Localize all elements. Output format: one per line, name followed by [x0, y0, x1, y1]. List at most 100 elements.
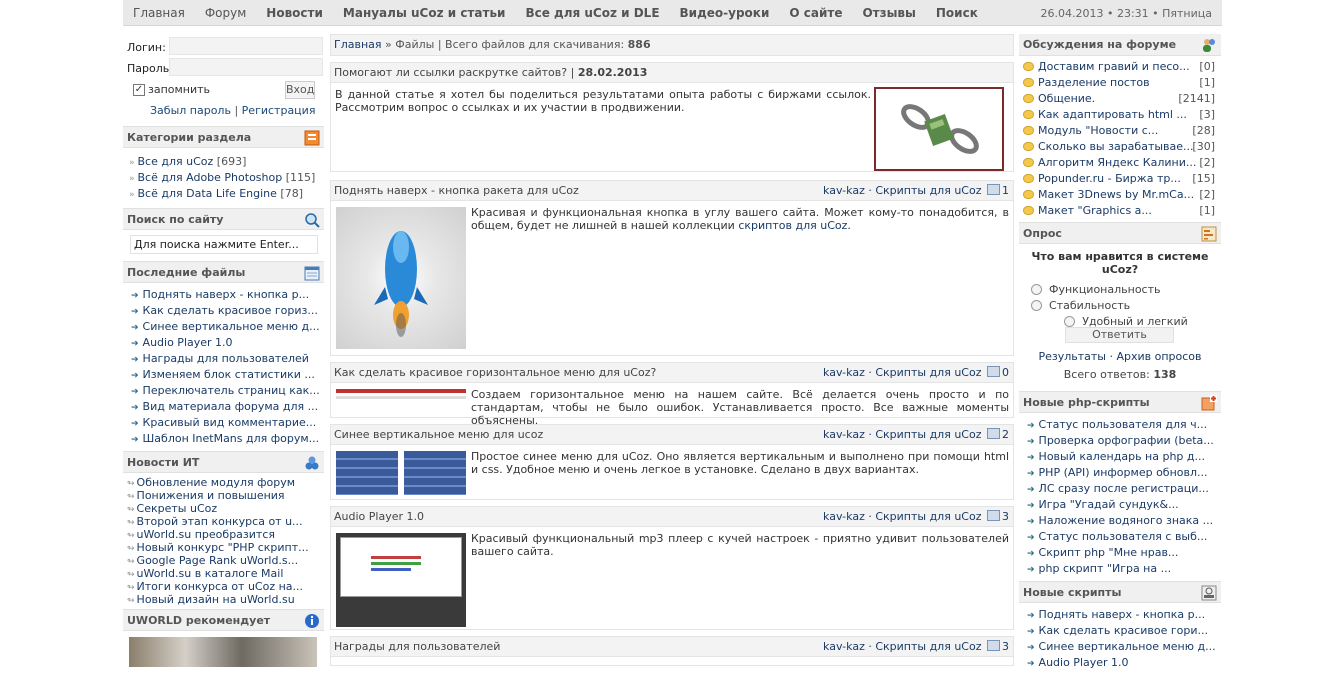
poll-archive-link[interactable]: Архив опросов	[1116, 350, 1201, 363]
php-script-item[interactable]: ➔ PHP (API) информер обновл...	[1027, 465, 1221, 481]
category-item[interactable]: » Всё для Data Life Engine [78]	[129, 186, 324, 202]
post-category[interactable]: Скрипты для uCoz	[875, 366, 981, 379]
post-category[interactable]: Скрипты для uCoz	[875, 640, 981, 653]
latest-file-item[interactable]: ➔ Награды для пользователей	[131, 351, 324, 367]
new-script-item[interactable]: ➔ Синее вертикальное меню д...	[1027, 639, 1221, 655]
latest-file-item[interactable]: ➔ Синее вертикальное меню д...	[131, 319, 324, 335]
latest-file-item[interactable]: ➔ Audio Player 1.0	[131, 335, 324, 351]
php-script-item[interactable]: ➔ Скрипт php "Мне нрав...	[1027, 545, 1221, 561]
login-button[interactable]: Вход	[285, 81, 315, 99]
poll-option[interactable]: Функциональность	[1031, 283, 1161, 296]
it-news-item[interactable]: ↬ uWorld.su преобразится	[127, 528, 324, 541]
new-script-item[interactable]: ➔ Поднять наверх - кнопка р...	[1027, 607, 1221, 623]
latest-file-item[interactable]: ➔ Переключатель страниц как...	[131, 383, 324, 399]
register-link[interactable]: Регистрация	[242, 104, 316, 117]
post-thumbnail-blue-menu[interactable]	[336, 451, 466, 495]
php-script-item[interactable]: ➔ Новый календарь на php д...	[1027, 449, 1221, 465]
nav-about[interactable]: О сайте	[779, 6, 852, 20]
category-item[interactable]: » Все для uCoz [693]	[129, 154, 324, 170]
php-script-item[interactable]: ➔ php скрипт "Игра на ...	[1027, 561, 1221, 577]
latest-file-item[interactable]: ➔ Изменяем блок статистики ...	[131, 367, 324, 383]
post-title[interactable]: Поднять наверх - кнопка ракета для uCoz	[334, 184, 579, 197]
latest-file-item[interactable]: ➔ Как сделать красивое гориз...	[131, 303, 324, 319]
password-input[interactable]	[169, 58, 323, 76]
like-icon[interactable]	[987, 366, 1000, 377]
radio-icon	[1031, 284, 1042, 295]
it-news-item[interactable]: ↬ Понижения и повышения	[127, 489, 324, 502]
remember-label: запомнить	[148, 83, 211, 96]
it-news-item[interactable]: ↬ Второй этап конкурса от u...	[127, 515, 324, 528]
post-author[interactable]: kav-kaz	[823, 640, 865, 653]
new-script-item[interactable]: ➔ Как сделать красивое гори...	[1027, 623, 1221, 639]
forum-topic[interactable]: Popunder.ru - Биржа тр... [15]	[1023, 171, 1217, 187]
post-title[interactable]: Как сделать красивое горизонтальное меню…	[334, 366, 656, 379]
it-news-item[interactable]: ↬ Обновление модуля форум	[127, 476, 324, 489]
post-title[interactable]: Награды для пользователей	[334, 640, 500, 653]
post-category[interactable]: Скрипты для uCoz	[875, 184, 981, 197]
poll-answer-button[interactable]: Ответить	[1065, 327, 1174, 343]
it-news-item[interactable]: ↬ Новый дизайн на uWorld.su	[127, 593, 324, 606]
nav-manuals[interactable]: Мануалы uCoz и статьи	[333, 6, 516, 20]
php-script-item[interactable]: ➔ ЛС сразу после регистраци...	[1027, 481, 1221, 497]
nav-home[interactable]: Главная	[123, 6, 195, 20]
nav-video[interactable]: Видео-уроки	[670, 6, 780, 20]
php-script-item[interactable]: ➔ Статус пользователя с выб...	[1027, 529, 1221, 545]
search-input[interactable]: Для поиска нажмите Enter...	[130, 235, 318, 254]
forum-topic[interactable]: Модуль "Новости с... [28]	[1023, 123, 1217, 139]
post-thumbnail-menu[interactable]	[336, 389, 466, 409]
latest-file-item[interactable]: ➔ Шаблон InetMans для форум...	[131, 431, 324, 447]
post-author[interactable]: kav-kaz	[823, 510, 865, 523]
new-scripts-header: Новые скрипты	[1019, 581, 1221, 603]
forum-topic[interactable]: Как адаптировать html ... [3]	[1023, 107, 1217, 123]
php-script-item[interactable]: ➔ Проверка орфографии (beta...	[1027, 433, 1221, 449]
nav-all-for-ucoz[interactable]: Все для uCoz и DLE	[515, 6, 669, 20]
post-author[interactable]: kav-kaz	[823, 184, 865, 197]
it-news-item[interactable]: ↬ Секреты uCoz	[127, 502, 324, 515]
forgot-password-link[interactable]: Забыл пароль	[150, 104, 231, 117]
post-category[interactable]: Скрипты для uCoz	[875, 510, 981, 523]
post-category[interactable]: Скрипты для uCoz	[875, 428, 981, 441]
breadcrumb-home[interactable]: Главная	[334, 38, 382, 51]
post-thumbnail-rocket[interactable]	[336, 207, 466, 349]
like-icon[interactable]	[987, 510, 1000, 521]
category-item[interactable]: » Всё для Adobe Photoshop [115]	[129, 170, 324, 186]
php-script-item[interactable]: ➔ Игра "Угадай сундук&...	[1027, 497, 1221, 513]
post-inline-link[interactable]: скриптов для uCoz	[738, 219, 847, 232]
post-author[interactable]: kav-kaz	[823, 366, 865, 379]
php-script-item[interactable]: ➔ Наложение водяного знака ...	[1027, 513, 1221, 529]
it-news-item[interactable]: ↬ Google Page Rank uWorld.s...	[127, 554, 324, 567]
latest-file-item[interactable]: ➔ Вид материала форума для ...	[131, 399, 324, 415]
login-input[interactable]	[169, 37, 323, 55]
nav-news[interactable]: Новости	[256, 6, 333, 20]
like-icon[interactable]	[987, 640, 1000, 651]
forum-topic[interactable]: Алгоритм Яндекс Калини... [2]	[1023, 155, 1217, 171]
php-script-item[interactable]: ➔ Статус пользователя для ч...	[1027, 417, 1221, 433]
forum-topic[interactable]: Макет "Graphics a... [1]	[1023, 203, 1217, 219]
poll-option[interactable]: Стабильность	[1031, 299, 1130, 312]
nav-search[interactable]: Поиск	[926, 6, 988, 20]
featured-title[interactable]: Помогают ли ссылки раскрутке сайтов?	[334, 66, 567, 79]
featured-image[interactable]	[874, 87, 1004, 171]
remember-checkbox[interactable]: ✓	[133, 84, 145, 96]
post-title[interactable]: Синее вертикальное меню для ucoz	[334, 428, 543, 441]
post-author[interactable]: kav-kaz	[823, 428, 865, 441]
it-news-item[interactable]: ↬ uWorld.su в каталоге Mail	[127, 567, 324, 580]
poll-results-link[interactable]: Результаты	[1038, 350, 1106, 363]
latest-file-item[interactable]: ➔ Красивый вид комментарие...	[131, 415, 324, 431]
forum-topic[interactable]: Общение. [2141]	[1023, 91, 1217, 107]
post-thumbnail-player[interactable]	[336, 533, 466, 627]
forum-topic[interactable]: Разделение постов [1]	[1023, 75, 1217, 91]
it-news-item[interactable]: ↬ Итоги конкурса от uCoz на...	[127, 580, 324, 593]
forum-topic[interactable]: Макет 3Dnews by Mr.mCa... [2]	[1023, 187, 1217, 203]
it-news-item[interactable]: ↬ Новый конкурс "PHP скрипт...	[127, 541, 324, 554]
recommend-banner-image[interactable]	[129, 637, 317, 667]
forum-topic[interactable]: Доставим гравий и песо... [0]	[1023, 59, 1217, 75]
post-title[interactable]: Audio Player 1.0	[334, 510, 424, 523]
like-icon[interactable]	[987, 428, 1000, 439]
nav-forum[interactable]: Форум	[195, 6, 256, 20]
new-script-item[interactable]: ➔ Audio Player 1.0	[1027, 655, 1221, 671]
nav-reviews[interactable]: Отзывы	[852, 6, 925, 20]
like-icon[interactable]	[987, 184, 1000, 195]
forum-topic[interactable]: Сколько вы зарабатывае... [30]	[1023, 139, 1217, 155]
latest-file-item[interactable]: ➔ Поднять наверх - кнопка р...	[131, 287, 324, 303]
